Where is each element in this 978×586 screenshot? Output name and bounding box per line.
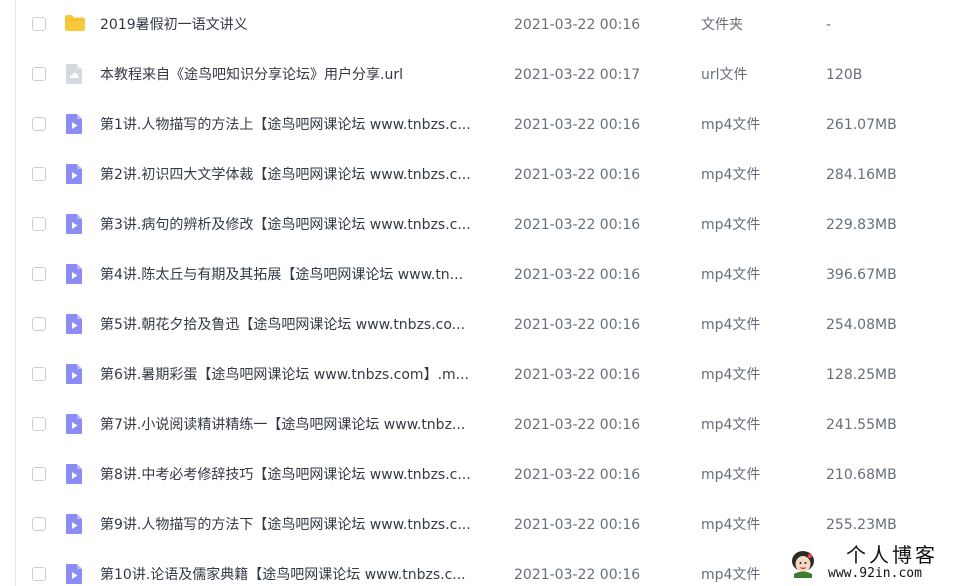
watermark-title: 个人博客 xyxy=(846,543,938,567)
file-type: mp4文件 xyxy=(701,317,761,333)
file-modified-date: 2021-03-22 00:16 xyxy=(514,17,641,33)
row-checkbox[interactable] xyxy=(32,267,46,281)
file-type: 文件夹 xyxy=(701,17,743,33)
file-type: mp4文件 xyxy=(701,217,761,233)
file-modified-date: 2021-03-22 00:16 xyxy=(514,117,641,133)
row-checkbox[interactable] xyxy=(32,167,46,181)
file-name[interactable]: 第10讲.论语及儒家典籍【途鸟吧网课论坛 www.tnbzs.c... xyxy=(100,566,500,584)
file-row[interactable]: 本教程来自《途鸟吧知识分享论坛》用户分享.url 2021-03-22 00:17… xyxy=(0,50,978,100)
file-modified-date: 2021-03-22 00:16 xyxy=(514,567,641,583)
file-row[interactable]: 第2讲.初识四大文学体裁【途鸟吧网课论坛 www.tnbzs.c... 2021-… xyxy=(0,150,978,200)
file-size: 254.08MB xyxy=(826,317,897,333)
file-row[interactable]: 第7讲.小说阅读精讲精练一【途鸟吧网课论坛 www.tnbz... 2021-03… xyxy=(0,400,978,450)
blog-watermark: 个人博客 www.92in.com xyxy=(784,544,974,584)
file-modified-date: 2021-03-22 00:16 xyxy=(514,317,641,333)
file-name[interactable]: 第4讲.陈太丘与有期及其拓展【途鸟吧网课论坛 www.tn... xyxy=(100,266,500,284)
file-modified-date: 2021-03-22 00:16 xyxy=(514,467,641,483)
row-checkbox[interactable] xyxy=(32,317,46,331)
file-row[interactable]: 第8讲.中考必考修辞技巧【途鸟吧网课论坛 www.tnbzs.c... 2021-… xyxy=(0,450,978,500)
file-row[interactable]: 第9讲.人物描写的方法下【途鸟吧网课论坛 www.tnbzs.c... 2021-… xyxy=(0,500,978,550)
video-file-icon xyxy=(64,463,84,485)
video-file-icon xyxy=(64,563,84,585)
file-size: 241.55MB xyxy=(826,417,897,433)
file-name[interactable]: 第1讲.人物描写的方法上【途鸟吧网课论坛 www.tnbzs.c... xyxy=(100,116,500,134)
file-modified-date: 2021-03-22 00:16 xyxy=(514,367,641,383)
file-size: 128.25MB xyxy=(826,367,897,383)
row-checkbox[interactable] xyxy=(32,567,46,581)
file-type: mp4文件 xyxy=(701,517,761,533)
file-name[interactable]: 2019暑假初一语文讲义 xyxy=(100,16,500,34)
file-type: mp4文件 xyxy=(701,567,761,583)
video-file-icon xyxy=(64,513,84,535)
video-file-icon xyxy=(64,263,84,285)
file-name[interactable]: 第5讲.朝花夕拾及鲁迅【途鸟吧网课论坛 www.tnbzs.co... xyxy=(100,316,500,334)
row-checkbox[interactable] xyxy=(32,367,46,381)
video-file-icon xyxy=(64,313,84,335)
file-modified-date: 2021-03-22 00:16 xyxy=(514,517,641,533)
file-row[interactable]: 第4讲.陈太丘与有期及其拓展【途鸟吧网课论坛 www.tn... 2021-03-… xyxy=(0,250,978,300)
row-checkbox[interactable] xyxy=(32,417,46,431)
file-type: url文件 xyxy=(701,67,748,83)
file-name[interactable]: 本教程来自《途鸟吧知识分享论坛》用户分享.url xyxy=(100,66,500,84)
row-checkbox[interactable] xyxy=(32,467,46,481)
row-checkbox[interactable] xyxy=(32,117,46,131)
file-list: 2019暑假初一语文讲义 2021-03-22 00:16 文件夹 - 本教程来自《途鸟… xyxy=(0,0,978,586)
file-name[interactable]: 第6讲.暑期彩蛋【途鸟吧网课论坛 www.tnbzs.com】.m... xyxy=(100,366,500,384)
link-file-icon xyxy=(64,63,84,85)
video-file-icon xyxy=(64,413,84,435)
file-name[interactable]: 第2讲.初识四大文学体裁【途鸟吧网课论坛 www.tnbzs.c... xyxy=(100,166,500,184)
file-row[interactable]: 第6讲.暑期彩蛋【途鸟吧网课论坛 www.tnbzs.com】.m... 2021… xyxy=(0,350,978,400)
file-size: 229.83MB xyxy=(826,217,897,233)
file-row[interactable]: 2019暑假初一语文讲义 2021-03-22 00:16 文件夹 - xyxy=(0,0,978,50)
file-name[interactable]: 第9讲.人物描写的方法下【途鸟吧网课论坛 www.tnbzs.c... xyxy=(100,516,500,534)
file-row[interactable]: 第5讲.朝花夕拾及鲁迅【途鸟吧网课论坛 www.tnbzs.co... 2021-… xyxy=(0,300,978,350)
file-name[interactable]: 第7讲.小说阅读精讲精练一【途鸟吧网课论坛 www.tnbz... xyxy=(100,416,500,434)
folder-icon xyxy=(64,13,85,35)
file-modified-date: 2021-03-22 00:17 xyxy=(514,67,641,83)
file-modified-date: 2021-03-22 00:16 xyxy=(514,267,641,283)
file-modified-date: 2021-03-22 00:16 xyxy=(514,217,641,233)
row-checkbox[interactable] xyxy=(32,17,46,31)
file-name[interactable]: 第8讲.中考必考修辞技巧【途鸟吧网课论坛 www.tnbzs.c... xyxy=(100,466,500,484)
video-file-icon xyxy=(64,213,84,235)
file-type: mp4文件 xyxy=(701,267,761,283)
file-type: mp4文件 xyxy=(701,367,761,383)
row-checkbox[interactable] xyxy=(32,517,46,531)
file-size: - xyxy=(826,17,832,33)
video-file-icon xyxy=(64,163,84,185)
avatar-icon xyxy=(790,550,816,578)
file-browser: 2019暑假初一语文讲义 2021-03-22 00:16 文件夹 - 本教程来自《途鸟… xyxy=(0,0,978,586)
file-row[interactable]: 第1讲.人物描写的方法上【途鸟吧网课论坛 www.tnbzs.c... 2021-… xyxy=(0,100,978,150)
watermark-url: www.92in.com xyxy=(828,566,922,581)
file-row[interactable]: 第3讲.病句的辨析及修改【途鸟吧网课论坛 www.tnbzs.c... 2021-… xyxy=(0,200,978,250)
file-type: mp4文件 xyxy=(701,467,761,483)
file-modified-date: 2021-03-22 00:16 xyxy=(514,167,641,183)
file-size: 120B xyxy=(826,67,863,83)
file-type: mp4文件 xyxy=(701,417,761,433)
file-modified-date: 2021-03-22 00:16 xyxy=(514,417,641,433)
file-size: 284.16MB xyxy=(826,167,897,183)
video-file-icon xyxy=(64,363,84,385)
row-checkbox[interactable] xyxy=(32,217,46,231)
file-type: mp4文件 xyxy=(701,117,761,133)
file-type: mp4文件 xyxy=(701,167,761,183)
file-size: 261.07MB xyxy=(826,117,897,133)
video-file-icon xyxy=(64,113,84,135)
file-name[interactable]: 第3讲.病句的辨析及修改【途鸟吧网课论坛 www.tnbzs.c... xyxy=(100,216,500,234)
file-size: 396.67MB xyxy=(826,267,897,283)
file-size: 255.23MB xyxy=(826,517,897,533)
file-size: 210.68MB xyxy=(826,467,897,483)
row-checkbox[interactable] xyxy=(32,67,46,81)
